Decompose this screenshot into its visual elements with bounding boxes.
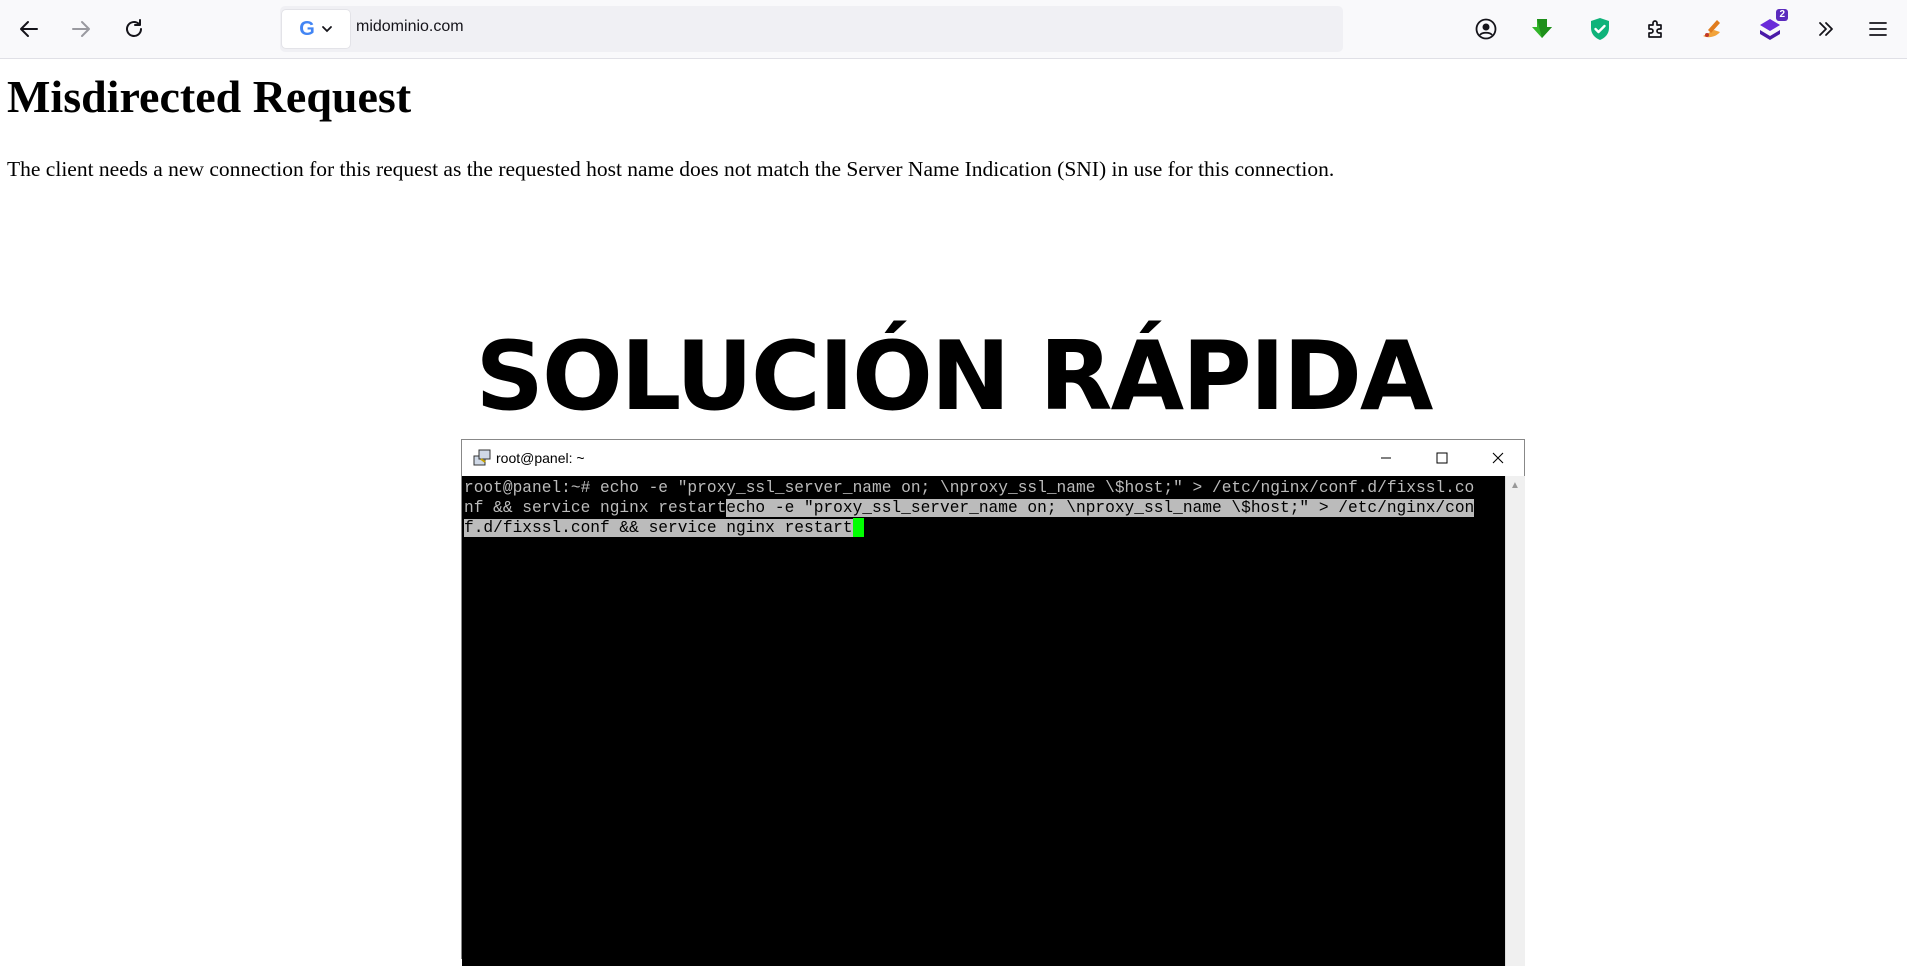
notification-extension-button[interactable]: 2 bbox=[1754, 9, 1788, 45]
reload-button[interactable] bbox=[116, 11, 152, 47]
extensions-button[interactable] bbox=[1640, 13, 1672, 45]
terminal-titlebar[interactable]: root@panel: ~ bbox=[462, 440, 1524, 476]
browser-toolbar: G midominio.com 2 bbox=[0, 0, 1907, 59]
hamburger-menu-icon bbox=[1869, 22, 1887, 36]
account-button[interactable] bbox=[1470, 13, 1502, 45]
forward-button[interactable] bbox=[63, 11, 99, 47]
forward-arrow-icon bbox=[72, 21, 90, 37]
url-text[interactable]: midominio.com bbox=[356, 18, 464, 36]
search-engine-selector[interactable]: G bbox=[282, 10, 350, 48]
terminal-window: root@panel: ~ root@panel:~# echo -e "pro… bbox=[461, 439, 1525, 966]
terminal-scrollbar[interactable]: ▲ bbox=[1505, 476, 1525, 966]
error-message: The client needs a new connection for th… bbox=[7, 157, 1335, 181]
terminal-selection: f.d/fixssl.conf && service nginx restart bbox=[464, 519, 853, 537]
close-icon bbox=[1492, 452, 1504, 464]
address-bar[interactable]: G midominio.com bbox=[280, 6, 1343, 52]
overlay-title: SOLUCIÓN RÁPIDA bbox=[475, 322, 1434, 432]
chevron-down-icon bbox=[321, 26, 332, 33]
shield-extension-button[interactable] bbox=[1584, 13, 1616, 45]
paint-brush-icon bbox=[1703, 20, 1720, 38]
terminal-screen[interactable]: root@panel:~# echo -e "proxy_ssl_server_… bbox=[462, 476, 1505, 966]
puzzle-piece-icon bbox=[1648, 20, 1662, 38]
download-extension-button[interactable] bbox=[1526, 13, 1558, 45]
minimize-icon bbox=[1381, 457, 1391, 459]
putty-icon bbox=[473, 449, 491, 466]
terminal-output: root@panel:~# echo -e "proxy_ssl_server_… bbox=[464, 478, 1475, 538]
terminal-line-plain: nf && service nginx restart bbox=[464, 499, 727, 517]
scroll-up-icon[interactable]: ▲ bbox=[1510, 480, 1520, 491]
shield-check-icon bbox=[1591, 18, 1609, 40]
terminal-selection: echo -e "proxy_ssl_server_name on; \npro… bbox=[726, 499, 1475, 517]
google-icon: G bbox=[299, 17, 315, 40]
extension-badge: 2 bbox=[1776, 9, 1788, 21]
back-arrow-icon bbox=[20, 21, 38, 37]
maximize-button[interactable] bbox=[1414, 440, 1470, 476]
overflow-menu-button[interactable] bbox=[1810, 13, 1842, 45]
page-heading: Misdirected Request bbox=[7, 71, 412, 122]
account-icon bbox=[1475, 18, 1497, 40]
close-button[interactable] bbox=[1470, 440, 1526, 476]
minimize-button[interactable] bbox=[1358, 440, 1414, 476]
back-button[interactable] bbox=[11, 11, 47, 47]
terminal-line: root@panel:~# echo -e "proxy_ssl_server_… bbox=[464, 479, 1475, 497]
terminal-title: root@panel: ~ bbox=[496, 450, 585, 466]
color-picker-extension-button[interactable] bbox=[1696, 13, 1728, 45]
app-menu-button[interactable] bbox=[1862, 13, 1894, 45]
chevrons-right-icon bbox=[1819, 22, 1833, 36]
green-download-icon bbox=[1532, 19, 1552, 38]
reload-icon bbox=[126, 19, 142, 37]
maximize-icon bbox=[1436, 452, 1448, 464]
terminal-cursor bbox=[852, 518, 864, 537]
